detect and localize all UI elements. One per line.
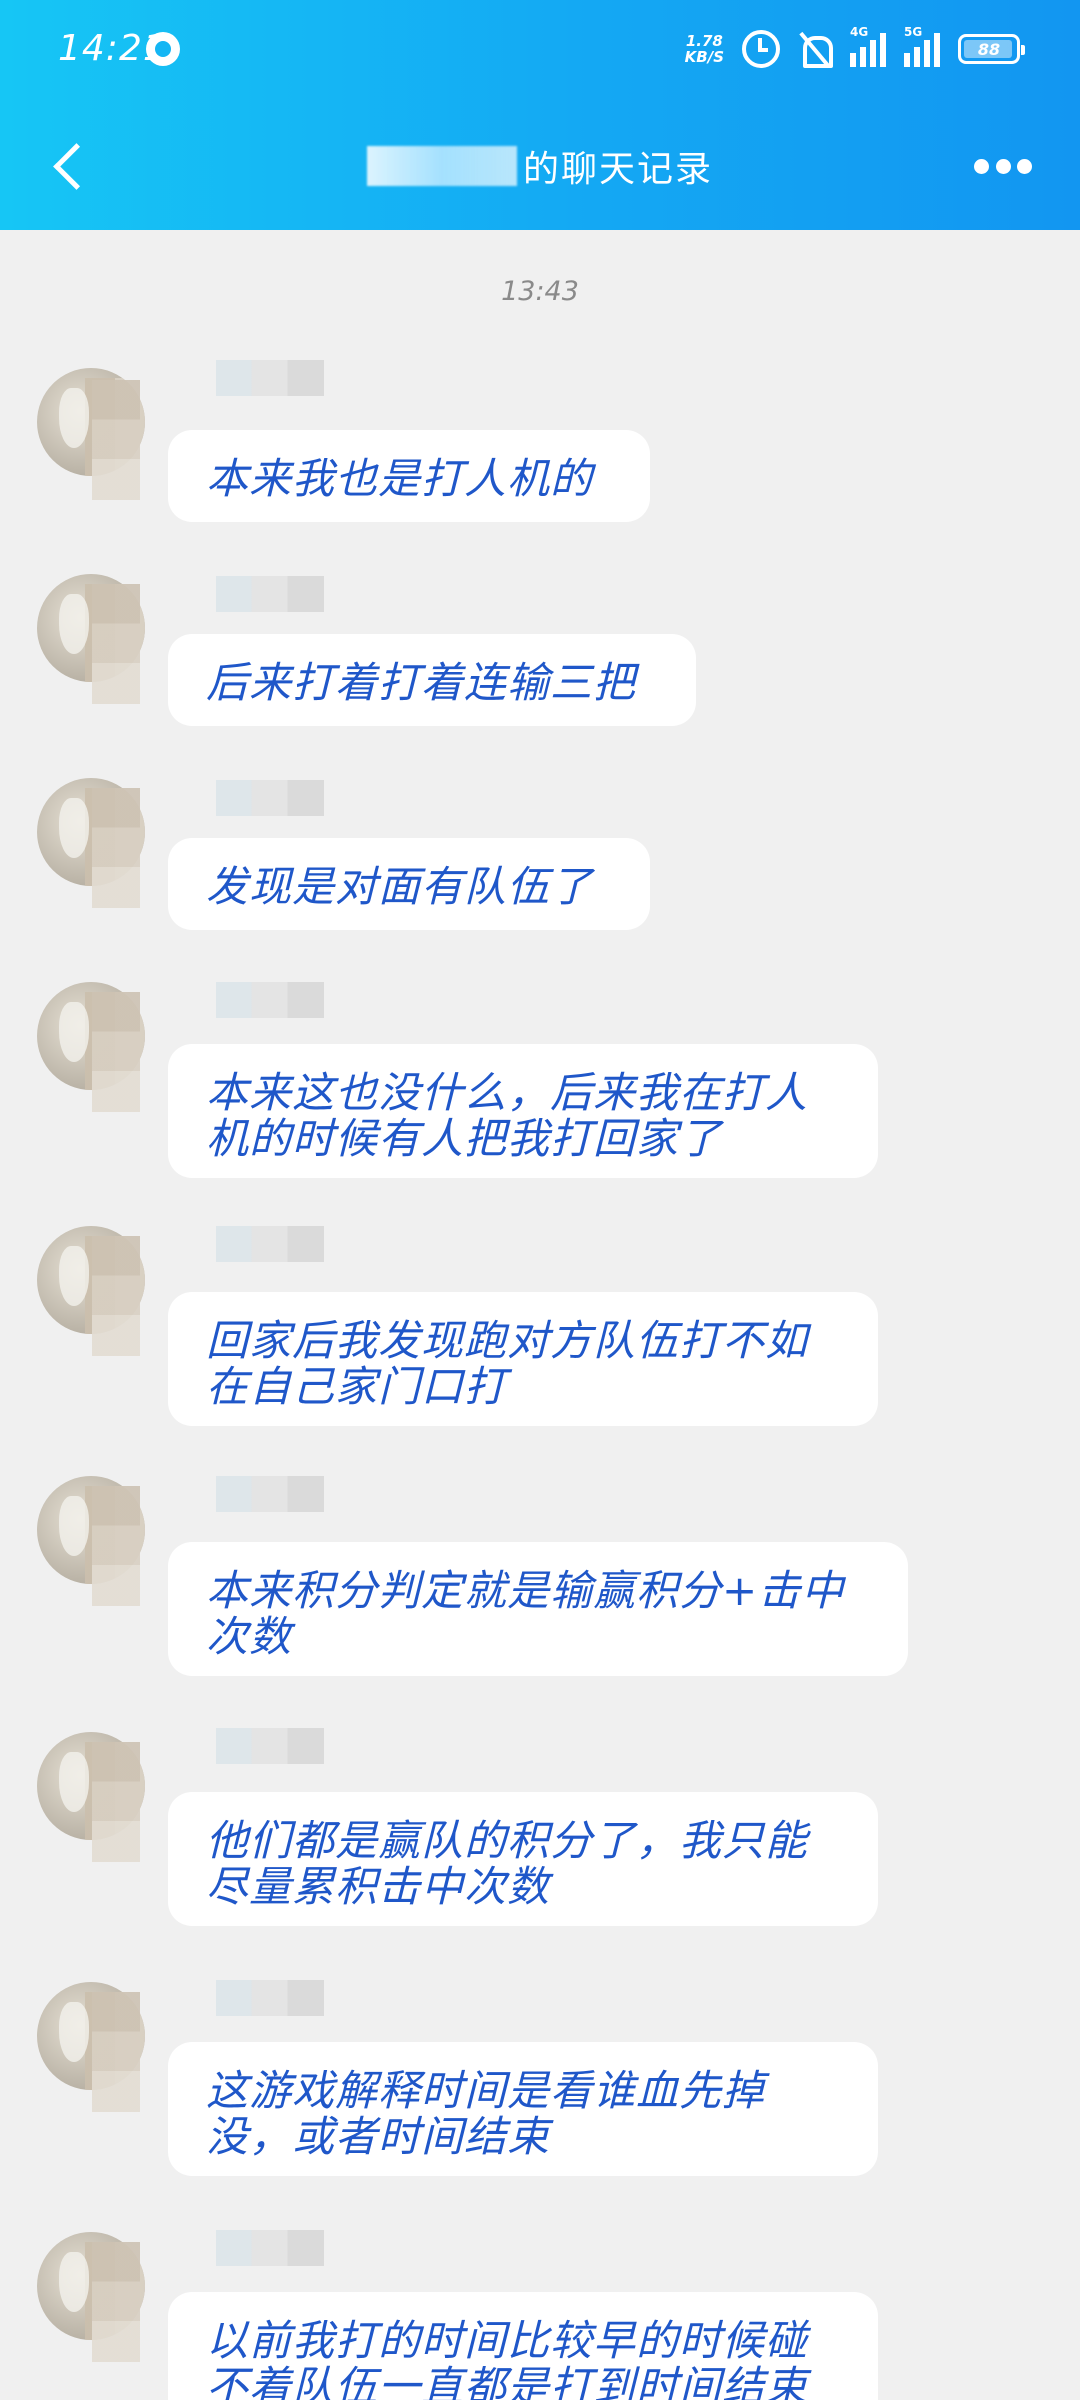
signal-icon: 4G xyxy=(850,25,890,67)
nav-bar: 的聊天记录 xyxy=(0,100,1080,230)
redacted-nickname xyxy=(216,1476,324,1512)
redacted-name xyxy=(366,146,517,186)
message-bubble[interactable]: 这游戏解释时间是看谁血先掉没，或者时间结束 xyxy=(168,2042,878,2176)
page-title: 的聊天记录 xyxy=(350,138,730,194)
redacted-nickname xyxy=(216,982,324,1018)
redacted-mosaic xyxy=(92,2242,140,2362)
header: 14:21 1.78 KB/S 4G 5G 88 的聊天记录 xyxy=(0,0,1080,230)
battery-icon: 88 xyxy=(958,34,1025,64)
message-bubble[interactable]: 发现是对面有队伍了 xyxy=(168,838,650,930)
redacted-mosaic xyxy=(92,1992,140,2112)
more-icon[interactable] xyxy=(974,156,1032,176)
page-title-text: 的聊天记录 xyxy=(522,149,713,190)
redacted-mosaic xyxy=(92,380,140,500)
net-speed: 1.78 KB/S xyxy=(685,33,724,65)
message-bubble[interactable]: 本来这也没什么，后来我在打人机的时候有人把我打回家了 xyxy=(168,1044,878,1178)
status-bar: 14:21 1.78 KB/S 4G 5G 88 xyxy=(0,0,1080,100)
signal-gen-label: 5G xyxy=(904,25,923,39)
message-bubble[interactable]: 他们都是赢队的积分了，我只能尽量累积击中次数 xyxy=(168,1792,878,1926)
redacted-nickname xyxy=(216,1226,324,1262)
net-speed-unit: KB/S xyxy=(684,48,724,66)
redacted-mosaic xyxy=(92,788,140,908)
mute-icon xyxy=(796,30,834,68)
chat-timestamp: 13:43 xyxy=(501,276,579,307)
app-notification-icon xyxy=(146,32,180,66)
alarm-icon xyxy=(742,30,780,68)
redacted-nickname xyxy=(216,360,324,396)
redacted-nickname xyxy=(216,2230,324,2266)
back-icon[interactable] xyxy=(48,142,88,188)
redacted-mosaic xyxy=(92,1236,140,1356)
message-bubble[interactable]: 回家后我发现跑对方队伍打不如在自己家门口打 xyxy=(168,1292,878,1426)
signal-gen-label: 4G xyxy=(850,25,869,39)
status-icons: 1.78 KB/S 4G 5G 88 xyxy=(685,24,1025,74)
message-bubble[interactable]: 本来积分判定就是输赢积分+击中次数 xyxy=(168,1542,908,1676)
signal-icon: 5G xyxy=(904,25,944,67)
redacted-mosaic xyxy=(92,1486,140,1606)
redacted-mosaic xyxy=(92,584,140,704)
redacted-nickname xyxy=(216,576,324,612)
message-bubble[interactable]: 本来我也是打人机的 xyxy=(168,430,650,522)
battery-level: 88 xyxy=(977,39,1001,59)
message-bubble[interactable]: 后来打着打着连输三把 xyxy=(168,634,696,726)
message-bubble[interactable]: 以前我打的时间比较早的时候碰不着队伍一直都是打到时间结束 xyxy=(168,2292,878,2400)
redacted-nickname xyxy=(216,780,324,816)
redacted-nickname xyxy=(216,1980,324,2016)
redacted-mosaic xyxy=(92,992,140,1112)
net-speed-value: 1.78 xyxy=(685,32,723,50)
redacted-mosaic xyxy=(92,1742,140,1862)
redacted-nickname xyxy=(216,1728,324,1764)
